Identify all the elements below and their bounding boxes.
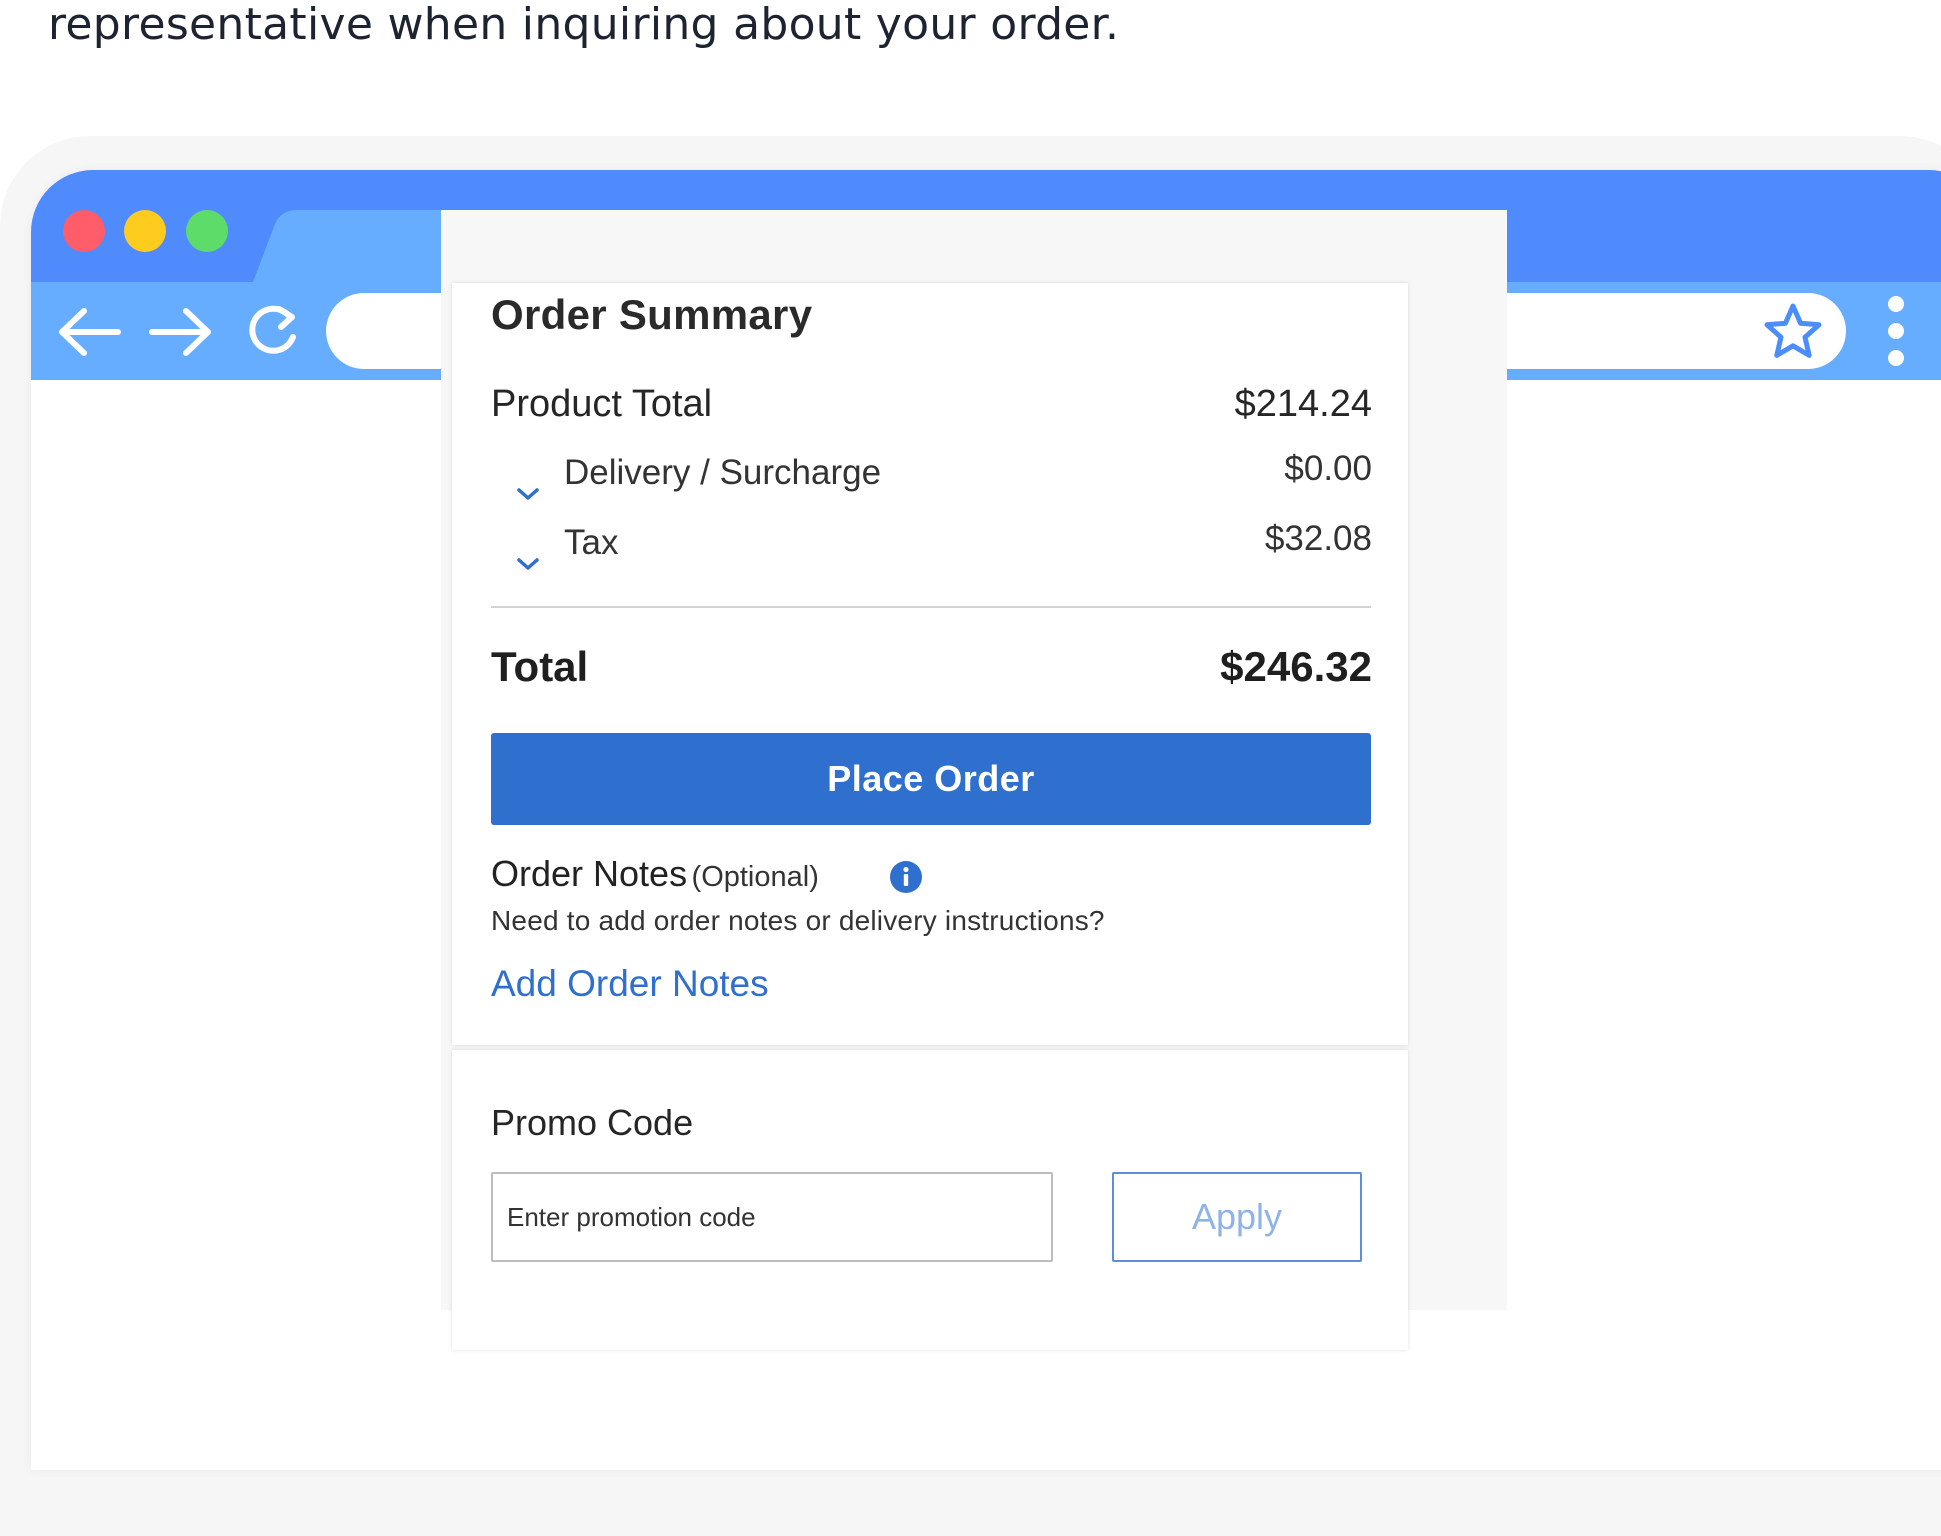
- promo-code-title: Promo Code: [491, 1102, 694, 1143]
- place-order-button[interactable]: Place Order: [491, 733, 1371, 825]
- promo-code-input[interactable]: [491, 1172, 1053, 1262]
- minimize-window-button[interactable]: [124, 210, 166, 252]
- order-notes-heading: Order Notes (Optional): [491, 853, 819, 895]
- maximize-window-button[interactable]: [186, 210, 228, 252]
- tax-value: $32.08: [1264, 519, 1372, 558]
- kebab-menu-icon[interactable]: [1881, 296, 1911, 366]
- add-order-notes-link[interactable]: Add Order Notes: [491, 963, 769, 1005]
- forward-button[interactable]: [143, 300, 219, 364]
- order-summary-card: Order Summary Product Total $214.24 Deli…: [452, 283, 1408, 1045]
- order-notes-description: Need to add order notes or delivery inst…: [491, 905, 1105, 936]
- order-summary-title: Order Summary: [491, 291, 813, 338]
- total-label: Total: [491, 643, 589, 690]
- chevron-down-icon[interactable]: [516, 556, 540, 572]
- close-window-button[interactable]: [63, 210, 105, 252]
- info-icon[interactable]: [889, 860, 923, 894]
- chevron-down-icon[interactable]: [516, 486, 540, 502]
- order-notes-optional: (Optional): [691, 861, 819, 893]
- star-icon[interactable]: [1762, 301, 1824, 361]
- reload-button[interactable]: [234, 300, 310, 364]
- reload-icon: [249, 305, 296, 354]
- order-notes-title: Order Notes: [491, 853, 688, 894]
- summary-divider: [491, 606, 1371, 608]
- tax-toggle[interactable]: Tax: [564, 523, 618, 563]
- intro-text: representative when inquiring about your…: [48, 0, 1120, 50]
- arrow-left-icon: [59, 308, 121, 356]
- delivery-surcharge-value: $0.00: [1284, 449, 1372, 488]
- promo-code-card: Promo Code Apply: [452, 1050, 1408, 1350]
- product-total-value: $214.24: [1234, 383, 1372, 425]
- total-value: $246.32: [1220, 643, 1372, 690]
- back-button[interactable]: [51, 300, 127, 364]
- arrow-right-icon: [149, 308, 211, 356]
- delivery-surcharge-toggle[interactable]: Delivery / Surcharge: [564, 453, 881, 493]
- apply-promo-button[interactable]: Apply: [1112, 1172, 1362, 1262]
- product-total-label: Product Total: [491, 383, 713, 425]
